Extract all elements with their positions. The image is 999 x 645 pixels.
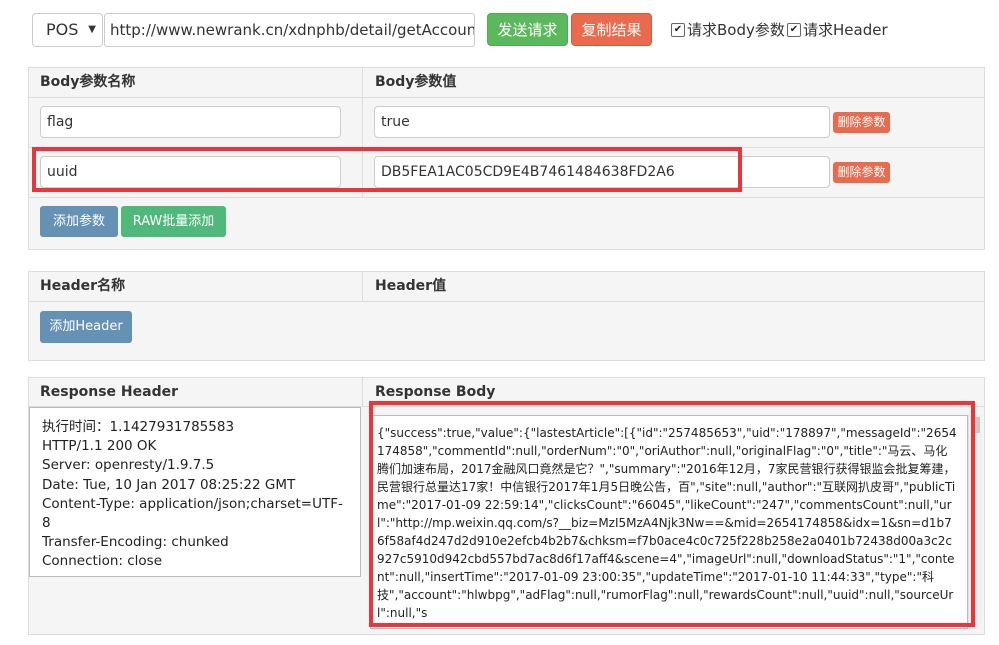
body-param-value-header: Body参数值 (362, 67, 985, 98)
method-value: POS (46, 20, 79, 39)
row-divider (29, 197, 984, 198)
response-header-title: Response Header (28, 377, 362, 407)
header-param-checkbox[interactable]: ✔ (787, 23, 801, 37)
add-param-button[interactable]: 添加参数 (40, 206, 118, 237)
body-param-value-input[interactable]: DB5FEA1AC05CD9E4B7461484638FD2A6 (374, 156, 830, 188)
body-param-name-header: Body参数名称 (28, 67, 362, 98)
body-param-name-input[interactable]: flag (40, 106, 341, 138)
response-header-line: Date: Tue, 10 Jan 2017 08:25:22 GMT (42, 476, 296, 493)
response-header-line: Content-Type: application/json;charset=U… (42, 495, 343, 532)
body-param-toggle[interactable]: ✔ 请求Body参数 (671, 20, 785, 40)
body-param-checkbox[interactable]: ✔ (671, 23, 685, 37)
add-header-button[interactable]: 添加Header (40, 311, 132, 343)
response-header-line: Transfer-Encoding: chunked (42, 534, 229, 551)
url-input[interactable]: http://www.newrank.cn/xdnphb/detail/getA… (104, 13, 475, 47)
delete-param-button[interactable]: 删除参数 (833, 112, 890, 133)
response-body-title: Response Body (362, 377, 985, 407)
header-value-header: Header值 (362, 271, 985, 302)
response-header-output[interactable]: 执行时间：1.1427931785583 HTTP/1.1 200 OK Ser… (29, 407, 361, 577)
header-name-header: Header名称 (28, 271, 362, 302)
body-param-value-input[interactable]: true (374, 106, 830, 138)
response-header-line: HTTP/1.1 200 OK (42, 438, 157, 455)
response-header-line: 执行时间：1.1427931785583 (42, 419, 235, 435)
scrollbar-thumb[interactable] (971, 417, 980, 433)
response-header-line: Connection: close (42, 553, 162, 570)
body-param-name-input[interactable]: uuid (40, 156, 341, 188)
method-select[interactable]: POS ▼ (32, 13, 103, 47)
response-body-scrollbar[interactable] (968, 415, 982, 629)
body-param-label: 请求Body参数 (687, 21, 785, 39)
chevron-down-icon: ▼ (88, 24, 96, 35)
response-body-output[interactable]: {"success":true,"value":{"lastestArticle… (370, 415, 968, 629)
delete-param-button[interactable]: 删除参数 (833, 162, 890, 183)
response-header-line: Server: openresty/1.9.7.5 (42, 457, 215, 474)
header-param-toggle[interactable]: ✔ 请求Header (787, 20, 888, 40)
raw-batch-add-button[interactable]: RAW批量添加 (121, 206, 226, 237)
row-divider (29, 147, 984, 148)
send-request-button[interactable]: 发送请求 (487, 13, 568, 46)
copy-result-button[interactable]: 复制结果 (571, 13, 652, 46)
header-param-label: 请求Header (803, 21, 888, 39)
